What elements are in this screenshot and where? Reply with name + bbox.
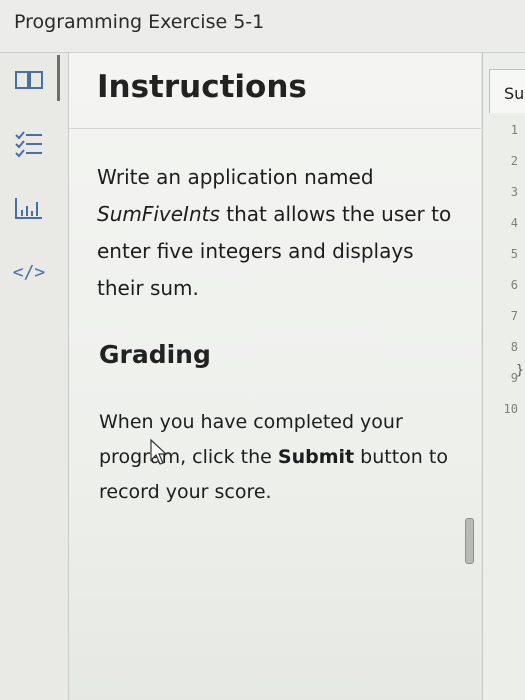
- mouse-cursor-icon: [150, 439, 168, 465]
- line-number: 7: [510, 309, 518, 323]
- rail-button-instructions[interactable]: [10, 61, 48, 99]
- line-number: 3: [510, 185, 518, 199]
- grading-heading: Grading: [99, 340, 211, 369]
- instructions-heading: Instructions: [97, 69, 307, 105]
- program-name: SumFiveInts: [97, 202, 220, 226]
- left-rail: </>: [0, 53, 69, 700]
- line-number: 2: [510, 154, 518, 168]
- line-number: 10: [503, 402, 518, 416]
- line-number: 5: [510, 247, 518, 261]
- line-number: 4: [510, 216, 518, 230]
- checklist-icon: [15, 131, 42, 158]
- app-header: Programming Exercise 5-1: [0, 0, 525, 53]
- line-number: 1: [510, 123, 518, 137]
- editor-file-tab[interactable]: Su: [489, 69, 525, 113]
- submit-keyword: Submit: [277, 446, 355, 468]
- panel-header: Instructions: [69, 53, 481, 129]
- instructions-panel: Instructions Write an application named …: [69, 53, 481, 700]
- instructions-body: Write an application named SumFiveInts t…: [97, 159, 457, 307]
- code-brace: }: [516, 363, 524, 378]
- panel-divider: [57, 55, 60, 101]
- rail-button-results[interactable]: [10, 189, 48, 227]
- rail-button-tasks[interactable]: [10, 125, 48, 163]
- line-number: 6: [510, 278, 518, 292]
- code-icon: </>: [12, 261, 46, 283]
- rail-button-code[interactable]: </>: [10, 253, 48, 291]
- panel-scrollbar[interactable]: [465, 518, 474, 564]
- book-icon: [15, 71, 43, 89]
- chart-icon: [15, 198, 42, 219]
- exercise-title: Programming Exercise 5-1: [14, 11, 265, 33]
- instructions-text-before: Write an application named: [97, 165, 374, 189]
- line-number-gutter: 1 2 3 4 5 6 7 8 9 10: [483, 123, 525, 433]
